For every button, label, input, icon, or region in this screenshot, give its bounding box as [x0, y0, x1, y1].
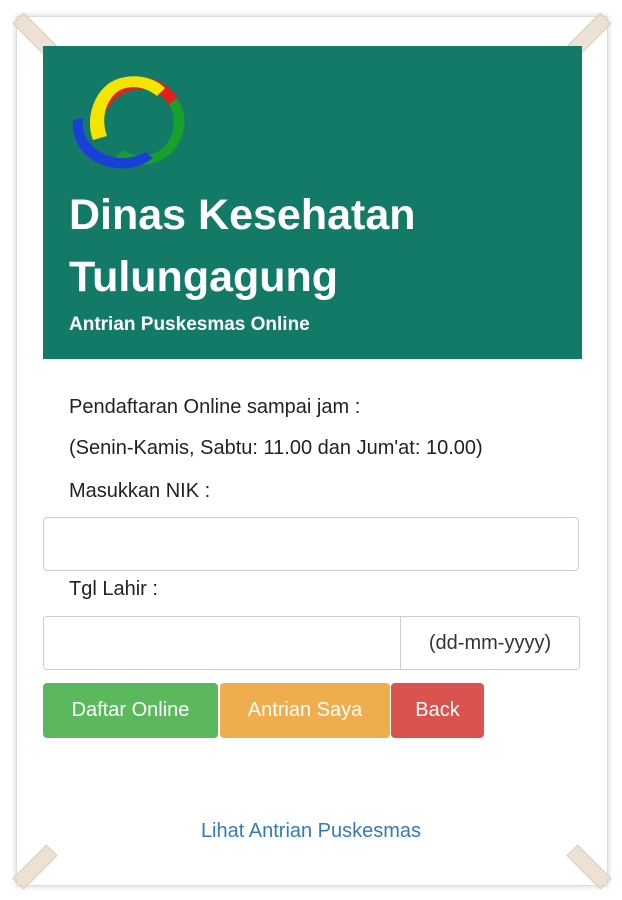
- tape-corner-decoration: [566, 844, 612, 890]
- tape-corner-decoration: [12, 844, 58, 890]
- lihat-antrian-link[interactable]: Lihat Antrian Puskesmas: [0, 820, 622, 843]
- dob-label: Tgl Lahir :: [69, 578, 158, 600]
- dob-input[interactable]: [44, 617, 400, 669]
- daftar-online-button[interactable]: Daftar Online: [43, 683, 218, 738]
- registration-schedule-text: (Senin-Kamis, Sabtu: 11.00 dan Jum'at: 1…: [69, 437, 483, 459]
- back-button[interactable]: Back: [391, 683, 484, 738]
- dob-format-hint: (dd-mm-yyyy): [400, 617, 579, 669]
- page-subtitle: Antrian Puskesmas Online: [69, 314, 310, 335]
- registration-hours-text: Pendaftaran Online sampai jam :: [69, 396, 361, 418]
- nik-input[interactable]: [43, 517, 579, 571]
- nik-label: Masukkan NIK :: [69, 480, 211, 502]
- swirl-logo-icon: [72, 76, 185, 169]
- header-banner: Dinas Kesehatan Tulungagung Antrian Pusk…: [43, 46, 582, 359]
- antrian-saya-button[interactable]: Antrian Saya: [220, 683, 390, 738]
- page-title: Dinas Kesehatan Tulungagung: [69, 191, 416, 301]
- dob-input-group: (dd-mm-yyyy): [43, 616, 580, 670]
